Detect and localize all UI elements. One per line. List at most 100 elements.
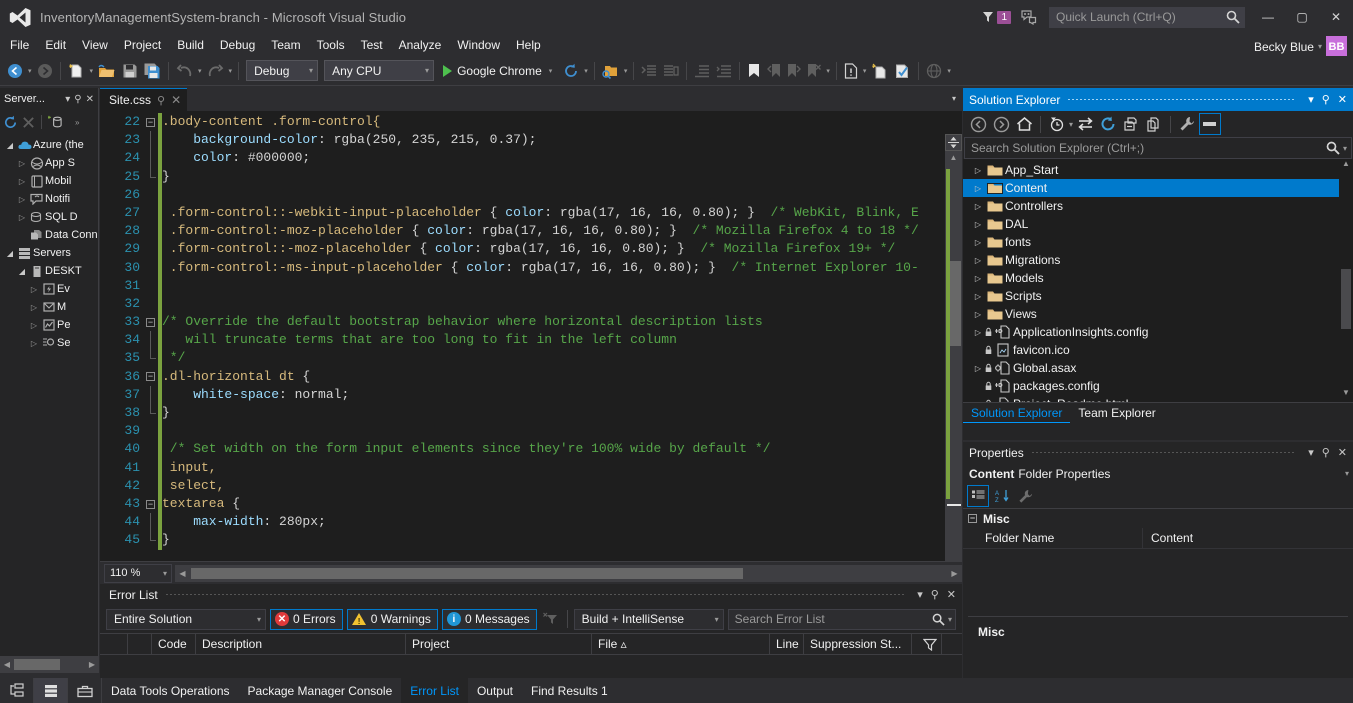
- error-list-search[interactable]: ▾: [727, 608, 956, 630]
- pin-icon[interactable]: ⚲: [157, 94, 165, 107]
- server-tree-item-event-logs[interactable]: ▷ Ev: [0, 280, 98, 298]
- bottom-tab-data-tools-operations[interactable]: Data Tools Operations: [102, 678, 239, 703]
- server-tree-item-azure[interactable]: ◢ Azure (the: [0, 136, 98, 154]
- column-header-file[interactable]: File ▵: [592, 633, 770, 655]
- sync-with-active-document-button[interactable]: [1074, 113, 1096, 135]
- menu-build[interactable]: Build: [169, 35, 212, 55]
- object-browser-dropdown[interactable]: ▾: [945, 67, 953, 75]
- solution-item-favicon-ico[interactable]: favicon.ico: [963, 341, 1353, 359]
- fold-collapse-icon[interactable]: −: [146, 499, 155, 509]
- editor-tab-site-css[interactable]: Site.css ⚲ ✕: [100, 88, 188, 111]
- alphabetical-view-button[interactable]: AZ: [991, 485, 1013, 507]
- start-debugging-dropdown[interactable]: ▾: [547, 67, 555, 75]
- new-project-dropdown[interactable]: ▾: [88, 67, 96, 75]
- chevron-down-icon[interactable]: ▾: [163, 569, 167, 578]
- find-in-files-button[interactable]: [599, 59, 622, 83]
- chevron-right-icon[interactable]: ▷: [16, 159, 28, 168]
- undo-dropdown[interactable]: ▾: [196, 67, 204, 75]
- properties-object-selector[interactable]: Content Folder Properties ▾: [963, 463, 1353, 484]
- scroll-right-icon[interactable]: ▶: [947, 569, 962, 578]
- solution-explorer-scrollbar[interactable]: ▲ ▼: [1339, 159, 1353, 402]
- categorized-view-button[interactable]: [967, 485, 989, 507]
- panel-pin-icon[interactable]: ⚲: [1318, 446, 1334, 459]
- solution-item-controllers[interactable]: ▷ Controllers: [963, 197, 1353, 215]
- solution-item-packages-config[interactable]: packages.config: [963, 377, 1353, 395]
- code-surface[interactable]: 22 23 24 25 26 27 28 29 30 31 32 33 34 3…: [100, 111, 962, 561]
- chevron-right-icon[interactable]: ▷: [28, 321, 40, 330]
- scroll-up-icon[interactable]: ▲: [946, 153, 961, 168]
- refresh-button[interactable]: [1097, 113, 1119, 135]
- open-file-button[interactable]: [95, 59, 119, 83]
- save-button[interactable]: [119, 59, 141, 83]
- menu-help[interactable]: Help: [508, 35, 549, 55]
- chevron-right-icon[interactable]: ▷: [16, 177, 28, 186]
- properties-value[interactable]: Content: [1143, 531, 1193, 545]
- panel-dropdown-icon[interactable]: ▾: [913, 588, 927, 601]
- code-lines[interactable]: .body-content .form-control{ background-…: [162, 111, 962, 561]
- fold-collapse-icon[interactable]: −: [146, 117, 155, 127]
- clear-bookmarks-button[interactable]: [804, 59, 824, 83]
- server-tree-item-app-service[interactable]: ▷ App S: [0, 154, 98, 172]
- chevron-right-icon[interactable]: ▷: [28, 303, 40, 312]
- navigate-backward-button[interactable]: [4, 59, 26, 83]
- scroll-right-icon[interactable]: ▶: [85, 660, 99, 669]
- scroll-thumb[interactable]: [950, 261, 961, 346]
- bottom-tab-error-list[interactable]: Error List: [401, 678, 468, 703]
- solution-item-global-asax[interactable]: ▷ Global.asax: [963, 359, 1353, 377]
- chevron-right-icon[interactable]: ▷: [971, 328, 985, 337]
- uncomment-selection-button[interactable]: [660, 59, 682, 83]
- clear-filter-button[interactable]: [541, 612, 561, 626]
- chevron-down-icon[interactable]: ▾: [703, 615, 719, 624]
- maximize-button[interactable]: ▢: [1285, 0, 1319, 34]
- server-explorer-hscrollbar[interactable]: ◀ ▶: [0, 656, 99, 673]
- chevron-down-icon[interactable]: ▾: [1345, 469, 1349, 478]
- bookmarks-dropdown[interactable]: ▾: [824, 67, 832, 75]
- chevron-right-icon[interactable]: ▷: [971, 238, 985, 247]
- chevron-right-icon[interactable]: ▷: [971, 220, 985, 229]
- refresh-button[interactable]: [3, 115, 18, 130]
- menu-tools[interactable]: Tools: [309, 35, 353, 55]
- chevron-down-icon[interactable]: ◢: [4, 141, 16, 150]
- editor-horizontal-scrollbar[interactable]: ◀ ▶: [175, 564, 962, 582]
- panel-close-icon[interactable]: ✕: [943, 588, 960, 601]
- pending-changes-filter-button[interactable]: [1046, 113, 1068, 135]
- solution-item-models[interactable]: ▷ Models: [963, 269, 1353, 287]
- navigate-forward-button[interactable]: [34, 59, 56, 83]
- tab-solution-explorer[interactable]: Solution Explorer: [963, 403, 1071, 423]
- new-item-button[interactable]: [868, 59, 891, 83]
- toolbox-icon[interactable]: [68, 678, 102, 703]
- menu-view[interactable]: View: [74, 35, 116, 55]
- new-project-button[interactable]: [65, 59, 88, 83]
- solution-item-content[interactable]: ▷ Content: [963, 179, 1353, 197]
- chevron-right-icon[interactable]: ▷: [971, 274, 985, 283]
- next-bookmark-button[interactable]: [784, 59, 804, 83]
- decrease-indent-button[interactable]: [691, 59, 713, 83]
- search-options-chevron-icon[interactable]: ▾: [1340, 144, 1347, 153]
- column-header-description[interactable]: Description: [196, 633, 406, 655]
- toolbar-overflow-icon[interactable]: »: [75, 118, 79, 127]
- solution-item-fonts[interactable]: ▷ fonts: [963, 233, 1353, 251]
- back-button[interactable]: [967, 113, 989, 135]
- connect-database-button[interactable]: [48, 115, 63, 129]
- data-sources-icon[interactable]: [34, 678, 68, 703]
- collapse-icon[interactable]: −: [968, 514, 977, 523]
- close-button[interactable]: ✕: [1319, 0, 1353, 34]
- notifications-button[interactable]: 1: [981, 10, 1011, 24]
- undo-button[interactable]: [173, 59, 196, 83]
- forward-button[interactable]: [990, 113, 1012, 135]
- column-header-icon[interactable]: [128, 633, 152, 655]
- column-chooser-button[interactable]: [912, 633, 942, 655]
- menu-project[interactable]: Project: [116, 35, 169, 55]
- chevron-right-icon[interactable]: ▷: [971, 202, 985, 211]
- server-explorer-icon[interactable]: [0, 678, 34, 703]
- menu-test[interactable]: Test: [353, 35, 391, 55]
- chevron-down-icon[interactable]: ▾: [309, 66, 313, 75]
- chevron-right-icon[interactable]: ▷: [28, 285, 40, 294]
- editor-split-handle[interactable]: [945, 134, 962, 151]
- menu-analyze[interactable]: Analyze: [391, 35, 450, 55]
- scroll-thumb[interactable]: [1341, 269, 1351, 329]
- show-all-files-button[interactable]: [1143, 113, 1165, 135]
- minimize-button[interactable]: —: [1251, 0, 1285, 34]
- menu-file[interactable]: File: [2, 35, 37, 55]
- chevron-right-icon[interactable]: ▷: [971, 364, 985, 373]
